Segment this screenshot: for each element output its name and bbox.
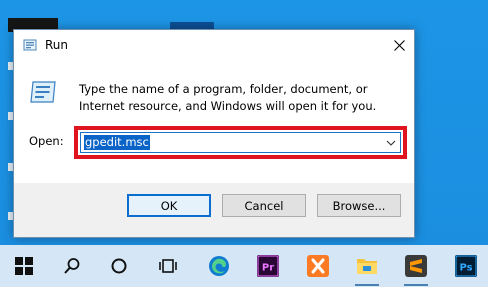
run-dialog: Run Type the name of a program, folder, …	[13, 29, 415, 238]
search-icon	[64, 258, 80, 274]
input-highlight-box: gpedit.msc	[74, 126, 407, 159]
close-icon	[393, 40, 405, 51]
xampp-button[interactable]	[304, 252, 332, 280]
chevron-down-icon[interactable]	[385, 137, 397, 149]
cancel-button[interactable]: Cancel	[222, 194, 306, 217]
edge-button[interactable]	[205, 252, 233, 280]
windows-start-icon	[15, 257, 33, 275]
task-view-button[interactable]	[154, 252, 182, 280]
browse-button[interactable]: Browse...	[317, 194, 401, 217]
open-input[interactable]: gpedit.msc	[84, 135, 150, 150]
dialog-description: Type the name of a program, folder, docu…	[79, 82, 377, 113]
dialog-footer: OK Cancel Browse...	[14, 183, 414, 237]
ok-button[interactable]: OK	[127, 194, 211, 217]
dialog-title: Run	[45, 38, 69, 52]
task-view-icon	[159, 259, 177, 273]
start-button[interactable]	[10, 252, 38, 280]
dialog-content: Type the name of a program, folder, docu…	[14, 61, 414, 183]
run-program-icon	[30, 81, 56, 103]
photoshop-label: Ps	[459, 263, 472, 274]
xampp-icon	[307, 255, 329, 277]
title-bar[interactable]: Run	[14, 30, 414, 61]
edge-icon	[209, 256, 229, 276]
premiere-pro-label: Pr	[262, 263, 274, 274]
sublime-text-button[interactable]	[402, 252, 430, 286]
premiere-pro-button[interactable]: Pr	[254, 252, 282, 280]
open-label: Open:	[29, 134, 64, 148]
search-button[interactable]	[58, 252, 86, 280]
taskbar: Pr Ps	[0, 245, 488, 287]
photoshop-button[interactable]: Ps	[452, 252, 480, 280]
photoshop-icon: Ps	[455, 255, 477, 277]
file-explorer-icon	[357, 259, 377, 274]
open-combobox[interactable]: gpedit.msc	[80, 132, 401, 153]
cortana-icon	[111, 258, 127, 274]
run-icon	[23, 39, 37, 51]
cortana-button[interactable]	[105, 252, 133, 280]
file-explorer-button[interactable]	[353, 252, 381, 286]
close-button[interactable]	[384, 30, 414, 61]
premiere-pro-icon: Pr	[257, 255, 279, 277]
sublime-text-icon	[405, 255, 427, 277]
